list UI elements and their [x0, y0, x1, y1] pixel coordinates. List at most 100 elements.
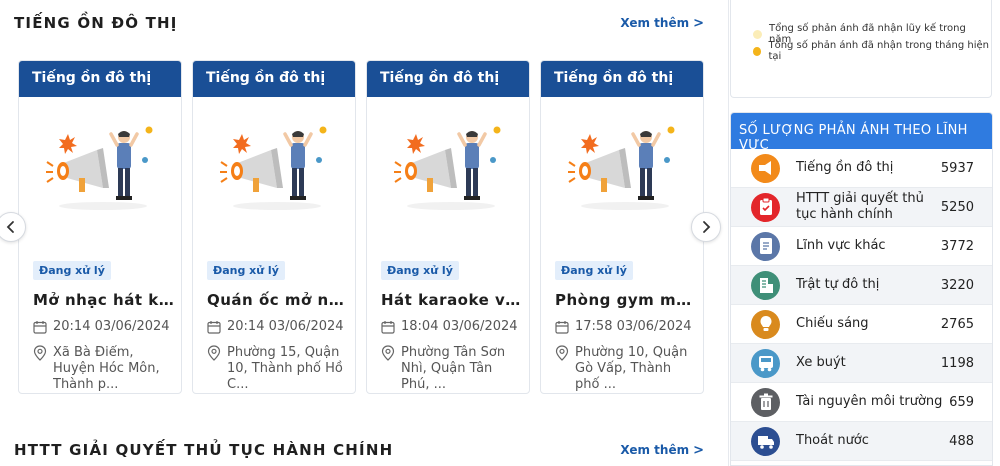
card-title[interactable]: Hát karaoke với loa: [381, 291, 523, 309]
clipboard-icon: [751, 192, 780, 222]
calendar-icon: [555, 320, 569, 334]
stat-row[interactable]: Xe buýt 1198: [731, 344, 992, 383]
legend-label: Tổng số phản ánh đã nhận trong tháng hiệ…: [768, 40, 990, 62]
stats-title: SỐ LƯỢNG PHẢN ÁNH THEO LĨNH VỰC: [731, 113, 992, 153]
megaphone-noise-illustration: [394, 126, 501, 210]
stat-row[interactable]: HTTT giải quyết thủ tục hành chính 5250: [731, 188, 992, 227]
legend-dot: [753, 29, 762, 39]
megaphone-noise-illustration: [568, 126, 675, 210]
stat-count: 659: [949, 394, 974, 410]
card-image: [541, 97, 703, 237]
card-address-text: Phường 10, Quận Gò Vấp, Thành phố ...: [575, 345, 688, 392]
legend-item-month: Tổng số phản ánh đã nhận trong tháng hiệ…: [753, 40, 991, 62]
card-title[interactable]: Quán ốc mở nhạc lớn: [207, 291, 349, 309]
stat-label: Chiếu sáng: [796, 316, 869, 331]
stat-count: 3220: [940, 277, 974, 293]
report-card[interactable]: Tiếng ồn đô thị Đang xử lý Quán ốc mở nh…: [192, 60, 356, 394]
chevron-left-icon: [6, 221, 14, 233]
building-icon: [751, 270, 780, 300]
card-time-text: 17:58 03/06/2024: [575, 319, 692, 334]
stat-row[interactable]: Lĩnh vực khác 3772: [731, 227, 992, 266]
main-content: TIẾNG ỒN ĐÔ THỊ Xem thêm > Tiếng ồn đô th…: [0, 0, 728, 466]
stat-row[interactable]: Tiếng ồn đô thị 5937: [731, 149, 992, 188]
stat-label: Tiếng ồn đô thị: [796, 160, 894, 175]
card-image: [367, 97, 529, 237]
status-badge: Đang xử lý: [381, 261, 459, 280]
trash-icon: [751, 387, 780, 417]
calendar-icon: [33, 320, 47, 334]
card-address: Phường 15, Quận 10, Thành phố Hồ C...: [207, 345, 349, 393]
megaphone-noise-illustration: [46, 126, 153, 210]
stat-count: 2765: [940, 316, 974, 332]
card-title[interactable]: Phòng gym mở nhạc: [555, 291, 697, 309]
status-badge: Đang xử lý: [207, 261, 285, 280]
stat-label: Trật tự đô thị: [796, 277, 880, 292]
stat-count: 3772: [940, 238, 974, 254]
stats-list: Tiếng ồn đô thị 5937 HTTT giải quyết thủ…: [731, 149, 992, 461]
stat-row[interactable]: Tài nguyên môi trường 659: [731, 383, 992, 422]
stat-label: HTTT giải quyết thủ tục hành chính: [796, 191, 924, 222]
stat-row[interactable]: Thoát nước 488: [731, 422, 992, 461]
card-category: Tiếng ồn đô thị: [541, 61, 703, 97]
truck-icon: [751, 426, 780, 456]
stat-label: Tài nguyên môi trường: [796, 394, 943, 409]
document-icon: [751, 231, 780, 261]
bus-icon: [751, 348, 780, 378]
section-title: HTTT GIẢI QUYẾT THỦ TỤC HÀNH CHÍNH: [14, 441, 394, 459]
card-address: Phường Tân Sơn Nhì, Quận Tân Phú, ...: [381, 345, 523, 393]
calendar-icon: [381, 320, 395, 334]
see-more-label: Xem thêm: [620, 15, 690, 30]
card-carousel: Tiếng ồn đô thị Đang xử lý Mở nhạc hát k…: [18, 60, 704, 394]
report-card[interactable]: Tiếng ồn đô thị Đang xử lý Mở nhạc hát k…: [18, 60, 182, 394]
section-header-admin: HTTT GIẢI QUYẾT THỦ TỤC HÀNH CHÍNH Xem t…: [14, 441, 704, 459]
card-time: 18:04 03/06/2024: [381, 319, 518, 334]
card-time: 20:14 03/06/2024: [207, 319, 344, 334]
lightbulb-icon: [751, 309, 780, 339]
stat-row[interactable]: Chiếu sáng 2765: [731, 305, 992, 344]
location-pin-icon: [555, 345, 569, 361]
megaphone-icon: [751, 153, 780, 183]
card-address-text: Xã Bà Điểm, Huyện Hóc Môn, Thành p...: [53, 345, 160, 392]
stat-label: Xe buýt: [796, 355, 846, 370]
stat-row[interactable]: Trật tự đô thị 3220: [731, 266, 992, 305]
card-address-text: Phường 15, Quận 10, Thành phố Hồ C...: [227, 345, 343, 392]
column-divider: [728, 0, 729, 466]
chevron-right-icon: [703, 221, 711, 233]
card-address: Xã Bà Điểm, Huyện Hóc Môn, Thành p...: [33, 345, 175, 393]
status-badge: Đang xử lý: [555, 261, 633, 280]
calendar-icon: [207, 320, 221, 334]
megaphone-noise-illustration: [220, 126, 327, 210]
card-time-text: 18:04 03/06/2024: [401, 319, 518, 334]
stat-label: Lĩnh vực khác: [796, 238, 886, 253]
stat-label: Thoát nước: [796, 433, 869, 448]
stats-panel: SỐ LƯỢNG PHẢN ÁNH THEO LĨNH VỰC Tiếng ồn…: [730, 112, 993, 466]
see-more-label: Xem thêm: [620, 442, 690, 457]
report-card[interactable]: Tiếng ồn đô thị Đang xử lý Hát karaoke v…: [366, 60, 530, 394]
see-more-link[interactable]: Xem thêm >: [620, 16, 704, 31]
card-category: Tiếng ồn đô thị: [19, 61, 181, 97]
card-category: Tiếng ồn đô thị: [367, 61, 529, 97]
card-image: [19, 97, 181, 237]
section-title: TIẾNG ỒN ĐÔ THỊ: [14, 14, 178, 32]
card-time-text: 20:14 03/06/2024: [227, 319, 344, 334]
stat-count: 5937: [940, 160, 974, 176]
card-category: Tiếng ồn đô thị: [193, 61, 355, 97]
legend-dot: [753, 46, 762, 56]
chevron-right-icon: >: [693, 442, 704, 458]
section-header-noise: TIẾNG ỒN ĐÔ THỊ Xem thêm >: [14, 14, 704, 32]
stat-count: 1198: [940, 355, 974, 371]
card-time: 20:14 03/06/2024: [33, 319, 170, 334]
report-card[interactable]: Tiếng ồn đô thị Đang xử lý Phòng gym mở …: [540, 60, 704, 394]
see-more-link[interactable]: Xem thêm >: [620, 443, 704, 458]
card-time: 17:58 03/06/2024: [555, 319, 692, 334]
chart-legend: Tổng số phản ánh đã nhận lũy kế trong nă…: [730, 0, 992, 98]
location-pin-icon: [33, 345, 47, 361]
carousel-next-button[interactable]: [691, 212, 721, 242]
stat-count: 5250: [940, 199, 974, 215]
card-address: Phường 10, Quận Gò Vấp, Thành phố ...: [555, 345, 697, 393]
chevron-right-icon: >: [693, 15, 704, 31]
card-time-text: 20:14 03/06/2024: [53, 319, 170, 334]
location-pin-icon: [381, 345, 395, 361]
card-title[interactable]: Mở nhạc hát karaoke: [33, 291, 175, 309]
card-image: [193, 97, 355, 237]
